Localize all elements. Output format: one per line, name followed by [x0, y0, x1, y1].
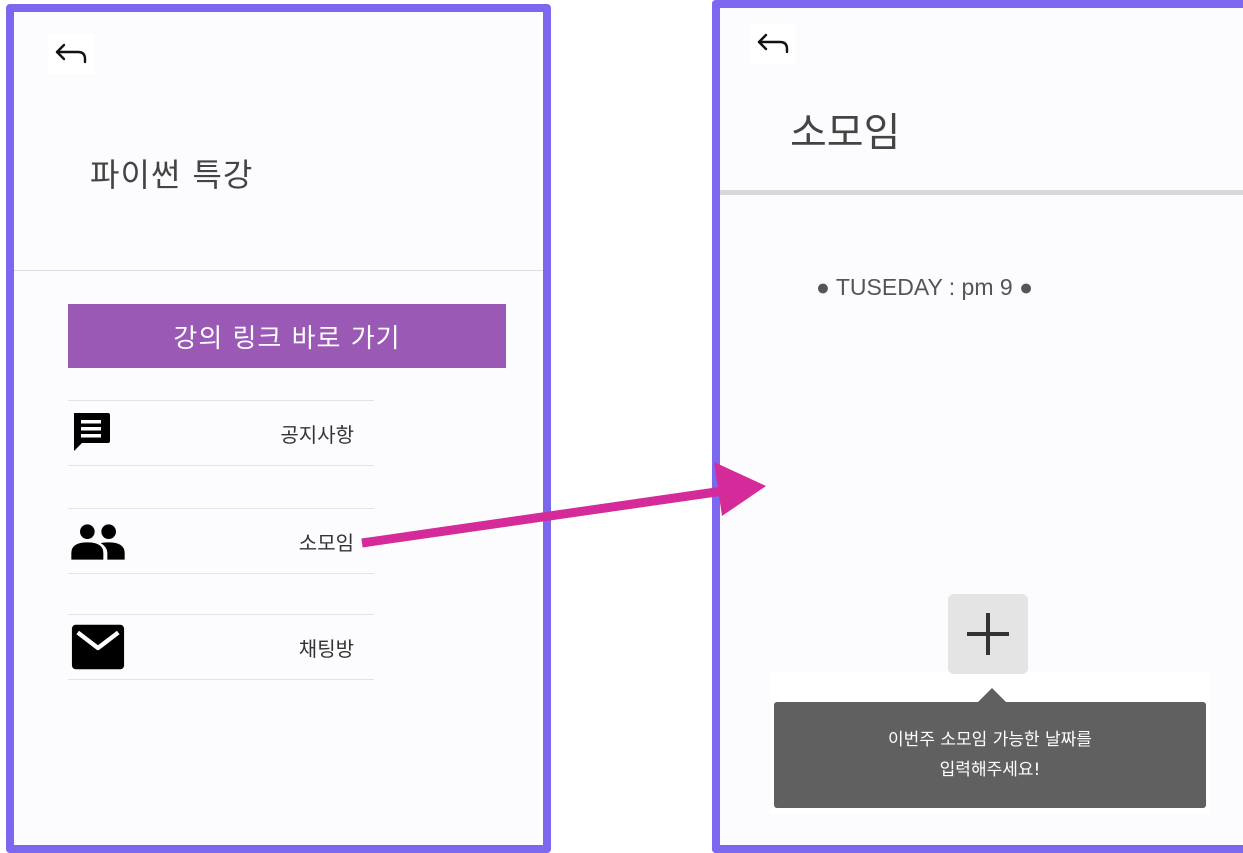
back-arrow-icon — [757, 33, 789, 54]
page-title: 소모임 — [790, 110, 901, 156]
back-arrow-icon — [55, 43, 87, 64]
tooltip: 이번주 소모임 가능한 날짜를 입력해주세요! — [774, 702, 1206, 808]
message-icon — [70, 405, 126, 461]
header-divider — [720, 190, 1243, 195]
header-divider — [14, 270, 543, 271]
menu-item-group[interactable]: 소모임 — [68, 508, 374, 574]
lecture-link-button[interactable]: 강의 링크 바로 가기 — [68, 304, 506, 368]
back-button[interactable] — [48, 34, 94, 74]
add-button[interactable] — [948, 594, 1028, 674]
menu-item-chat[interactable]: 채팅방 — [68, 614, 374, 680]
back-button[interactable] — [750, 24, 796, 64]
menu-item-label: 소모임 — [298, 530, 354, 555]
right-phone-screen: 소모임 ● TUSEDAY : pm 9 ● 이번주 소모임 가능한 날짜를 입… — [712, 0, 1243, 853]
mail-icon — [70, 619, 126, 675]
plus-icon — [967, 613, 1009, 655]
menu-item-label: 채팅방 — [298, 636, 354, 661]
tooltip-line: 입력해주세요! — [939, 760, 1041, 780]
schedule-entry: ● TUSEDAY : pm 9 ● — [816, 274, 1033, 300]
tooltip-line: 이번주 소모임 가능한 날짜를 — [888, 730, 1092, 750]
menu-item-notice[interactable]: 공지사항 — [68, 400, 374, 466]
group-icon — [70, 513, 126, 569]
left-phone-screen: 파이썬 특강 강의 링크 바로 가기 공지사항 소모임 채팅방 — [6, 4, 551, 853]
tooltip-pointer — [978, 688, 1006, 702]
menu-item-label: 공지사항 — [280, 422, 354, 447]
page-title: 파이썬 특강 — [90, 156, 254, 194]
